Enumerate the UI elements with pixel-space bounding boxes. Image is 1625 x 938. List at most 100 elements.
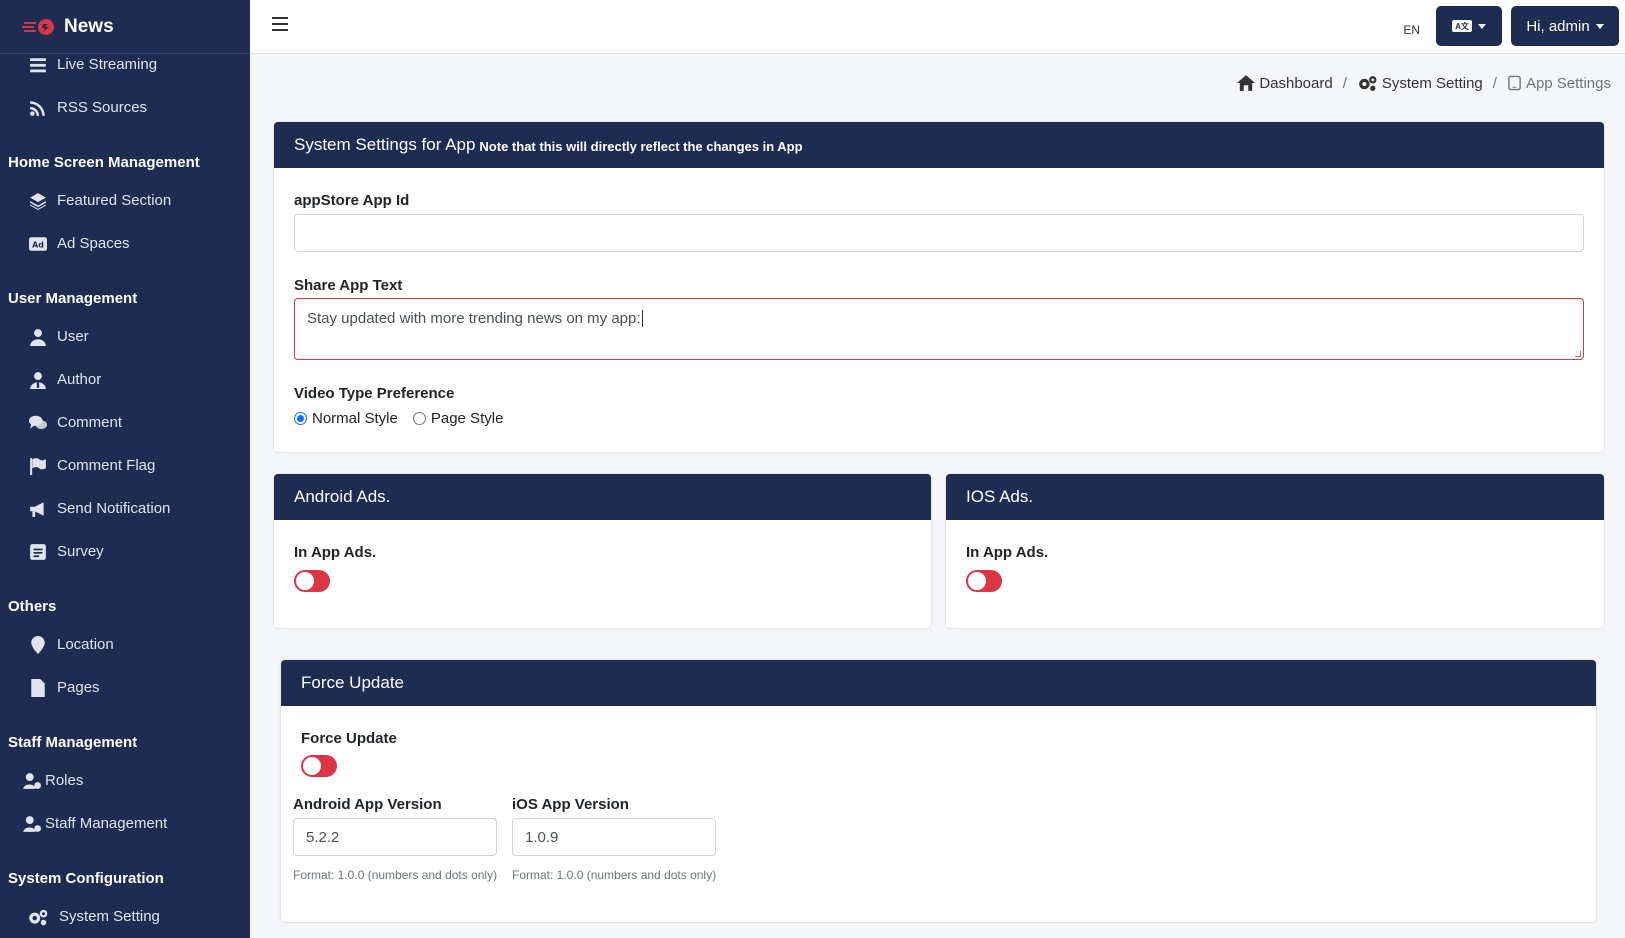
user-menu-label: Hi, admin <box>1526 17 1590 35</box>
user-icon <box>28 327 48 347</box>
android-ads-header: Android Ads. <box>274 474 931 520</box>
share-app-text-textarea[interactable]: Stay updated with more trending news on … <box>294 298 1584 360</box>
share-app-text-value: Stay updated with more trending news on … <box>307 310 641 327</box>
sidebar-item-live-streaming[interactable]: Live Streaming <box>0 43 250 86</box>
home-icon <box>1237 75 1256 91</box>
user-menu-button[interactable]: Hi, admin <box>1511 6 1619 46</box>
sidebar-item-staff-management[interactable]: Staff Management <box>0 802 250 845</box>
sidebar-item-label: Send Notification <box>57 500 171 517</box>
sidebar-section-system: System Configuration <box>8 870 164 887</box>
gears-icon <box>1358 76 1377 91</box>
sidebar-item-location[interactable]: Location <box>0 623 250 666</box>
radio-page-style-label[interactable]: Page Style <box>431 410 504 427</box>
breadcrumb: Dashboard / System Setting / App Setting… <box>1237 74 1611 92</box>
card-title: Android Ads. <box>294 487 391 506</box>
system-settings-header: System Settings for App Note that this w… <box>274 122 1604 168</box>
ios-version-help: Format: 1.0.0 (numbers and dots only) <box>512 868 717 882</box>
menu-toggle-icon[interactable] <box>272 17 288 31</box>
sidebar-item-label: Location <box>57 636 114 653</box>
sidebar-section-staff: Staff Management <box>8 734 138 751</box>
translate-icon: A文 <box>1452 20 1472 32</box>
chevron-down-icon <box>1595 23 1604 29</box>
layers-icon <box>28 191 48 211</box>
ad-icon: Ad <box>28 234 48 254</box>
sidebar-item-label: Ad Spaces <box>57 235 130 252</box>
breadcrumb-system-setting[interactable]: System Setting <box>1357 74 1483 92</box>
svg-text:Ad: Ad <box>32 240 44 249</box>
sidebar-item-system-setting[interactable]: System Setting <box>0 895 250 938</box>
sidebar-item-survey[interactable]: Survey <box>0 530 250 573</box>
sidebar-item-pages[interactable]: Pages <box>0 666 250 709</box>
sidebar-item-label: Survey <box>57 543 104 560</box>
sidebar-item-label: Pages <box>57 679 100 696</box>
file-icon <box>28 678 48 698</box>
sidebar-item-label: Staff Management <box>45 815 168 832</box>
user-gear-icon <box>22 814 42 834</box>
location-icon <box>28 635 48 655</box>
appstore-id-label: appStore App Id <box>294 192 410 209</box>
share-app-text-label: Share App Text <box>294 277 403 294</box>
radio-normal-style[interactable] <box>294 412 307 425</box>
android-version-label: Android App Version <box>293 796 442 813</box>
resize-handle-icon[interactable] <box>1575 351 1581 357</box>
radio-normal-style-label[interactable]: Normal Style <box>312 410 398 427</box>
ios-in-app-ads-toggle[interactable] <box>966 570 1002 592</box>
force-update-card: Force Update Force Update Android App Ve… <box>281 660 1596 922</box>
force-update-toggle[interactable] <box>301 755 337 777</box>
sidebar-item-label: Roles <box>45 772 84 789</box>
android-in-app-ads-label: In App Ads. <box>294 544 377 561</box>
card-title: System Settings for App <box>294 135 476 154</box>
breadcrumb-separator: / <box>1492 74 1497 92</box>
sidebar-item-label: System Setting <box>59 908 160 925</box>
sidebar-item-label: Author <box>57 371 102 388</box>
megaphone-icon <box>28 499 48 519</box>
sidebar-item-featured-section[interactable]: Featured Section <box>0 179 250 222</box>
ios-version-input[interactable]: 1.0.9 <box>512 818 716 856</box>
comments-icon <box>28 413 48 433</box>
sidebar-item-roles[interactable]: Roles <box>0 759 250 802</box>
breadcrumb-dashboard[interactable]: Dashboard <box>1237 74 1333 92</box>
user-gear-icon <box>22 771 42 791</box>
text-cursor <box>641 310 643 327</box>
card-title: IOS Ads. <box>966 487 1034 506</box>
brand-title: News <box>64 15 114 37</box>
tablet-icon <box>1508 75 1521 91</box>
sidebar-item-label: RSS Sources <box>57 99 148 116</box>
author-icon <box>28 370 48 390</box>
breadcrumb-label: Dashboard <box>1259 74 1333 92</box>
sidebar-item-label: Live Streaming <box>57 56 158 73</box>
breadcrumb-separator: / <box>1342 74 1347 92</box>
sidebar: News Live Streaming RSS Sources Home Scr… <box>0 0 250 938</box>
sidebar-section-user: User Management <box>8 290 138 307</box>
list-icon <box>28 55 48 75</box>
gears-icon <box>26 907 50 927</box>
sidebar-item-ad-spaces[interactable]: Ad Ad Spaces <box>0 222 250 265</box>
card-note: Note that this will directly reflect the… <box>479 138 803 154</box>
breadcrumb-app-settings: App Settings <box>1507 74 1611 92</box>
force-update-header: Force Update <box>281 660 1596 706</box>
video-type-radio-group: Normal Style Page Style <box>294 410 518 427</box>
sidebar-item-user[interactable]: User <box>0 315 250 358</box>
sidebar-item-label: Comment Flag <box>57 457 156 474</box>
card-title: Force Update <box>301 673 404 692</box>
sidebar-item-rss-sources[interactable]: RSS Sources <box>0 86 250 129</box>
radio-page-style[interactable] <box>412 412 426 425</box>
ios-ads-header: IOS Ads. <box>946 474 1604 520</box>
sidebar-item-author[interactable]: Author <box>0 358 250 401</box>
brand-logo-icon <box>22 18 54 35</box>
sidebar-item-comment[interactable]: Comment <box>0 401 250 444</box>
breadcrumb-label: App Settings <box>1525 74 1611 92</box>
video-type-label: Video Type Preference <box>294 385 455 402</box>
sidebar-item-label: Comment <box>57 414 123 431</box>
language-dropdown-button[interactable]: A文 <box>1436 6 1502 46</box>
topbar: EN A文 Hi, admin <box>250 0 1625 54</box>
flag-icon <box>28 456 48 476</box>
ios-in-app-ads-label: In App Ads. <box>966 544 1049 561</box>
sidebar-section-others: Others <box>8 598 57 615</box>
android-version-input[interactable]: 5.2.2 <box>293 818 497 856</box>
sidebar-item-send-notification[interactable]: Send Notification <box>0 487 250 530</box>
android-version-help: Format: 1.0.0 (numbers and dots only) <box>293 868 498 882</box>
sidebar-item-comment-flag[interactable]: Comment Flag <box>0 444 250 487</box>
appstore-id-input[interactable] <box>294 214 1584 252</box>
android-in-app-ads-toggle[interactable] <box>294 570 330 592</box>
